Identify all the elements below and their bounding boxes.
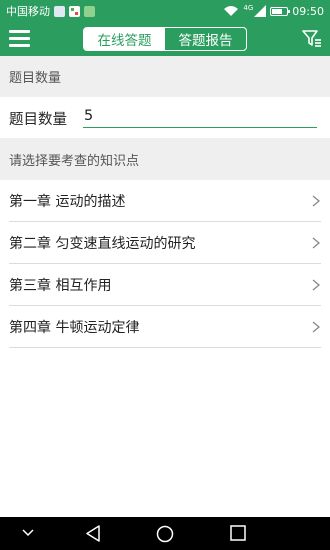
tab-online-answer[interactable]: 在线答题 — [84, 28, 165, 50]
network-type-label: 4G — [243, 4, 254, 12]
chevron-right-icon — [312, 279, 320, 291]
clock-label: 09:50 — [292, 4, 324, 18]
app-bar: 在线答题 答题报告 — [0, 22, 330, 56]
hamburger-menu-icon[interactable] — [9, 30, 30, 48]
system-nav-bar — [0, 517, 330, 550]
chapter-item-3[interactable]: 第三章 相互作用 — [0, 264, 330, 306]
home-circle-icon[interactable] — [156, 525, 174, 543]
knowledge-points-header: 请选择要考查的知识点 — [0, 138, 330, 180]
chevron-right-icon — [312, 195, 320, 207]
chapter-list: 第一章 运动的描述 第二章 匀变速直线运动的研究 第三章 相互作用 第四章 牛顿… — [0, 180, 330, 348]
signal-icon — [254, 5, 267, 17]
message-notification-icon — [84, 5, 95, 17]
tab-switcher: 在线答题 答题报告 — [83, 27, 247, 51]
question-count-input[interactable] — [83, 105, 317, 128]
chapter-label: 第二章 匀变速直线运动的研究 — [9, 236, 196, 252]
question-count-header: 题目数量 — [0, 56, 330, 97]
app-notification-icon — [69, 5, 80, 17]
chevron-down-icon[interactable] — [22, 529, 34, 537]
tab-answer-report[interactable]: 答题报告 — [165, 28, 246, 50]
recent-square-icon[interactable] — [230, 525, 246, 541]
status-right: 4G 09:50 — [223, 4, 324, 18]
chevron-right-icon — [312, 237, 320, 249]
chapter-item-4[interactable]: 第四章 牛顿运动定律 — [0, 306, 330, 348]
battery-icon — [270, 6, 291, 16]
chapter-item-2[interactable]: 第二章 匀变速直线运动的研究 — [0, 222, 330, 264]
notification-icon — [54, 5, 65, 17]
filter-icon[interactable] — [302, 29, 322, 49]
chapter-label: 第四章 牛顿运动定律 — [9, 320, 140, 336]
status-left: 中国移动 — [6, 3, 95, 19]
screen: 中国移动 4G 09:50 在线答题 答题报告 题目数量 题目数量 5 请选择要… — [0, 0, 330, 550]
chapter-label: 第三章 相互作用 — [9, 278, 112, 294]
status-bar: 中国移动 4G 09:50 — [0, 0, 330, 22]
question-count-label: 题目数量 — [9, 112, 67, 128]
carrier-label: 中国移动 — [6, 5, 50, 18]
chapter-label: 第一章 运动的描述 — [9, 194, 126, 210]
wifi-icon — [224, 6, 239, 16]
chevron-right-icon — [312, 321, 320, 333]
back-triangle-icon[interactable] — [85, 525, 101, 542]
chapter-item-1[interactable]: 第一章 运动的描述 — [0, 180, 330, 222]
question-count-row: 题目数量 — [0, 97, 330, 138]
